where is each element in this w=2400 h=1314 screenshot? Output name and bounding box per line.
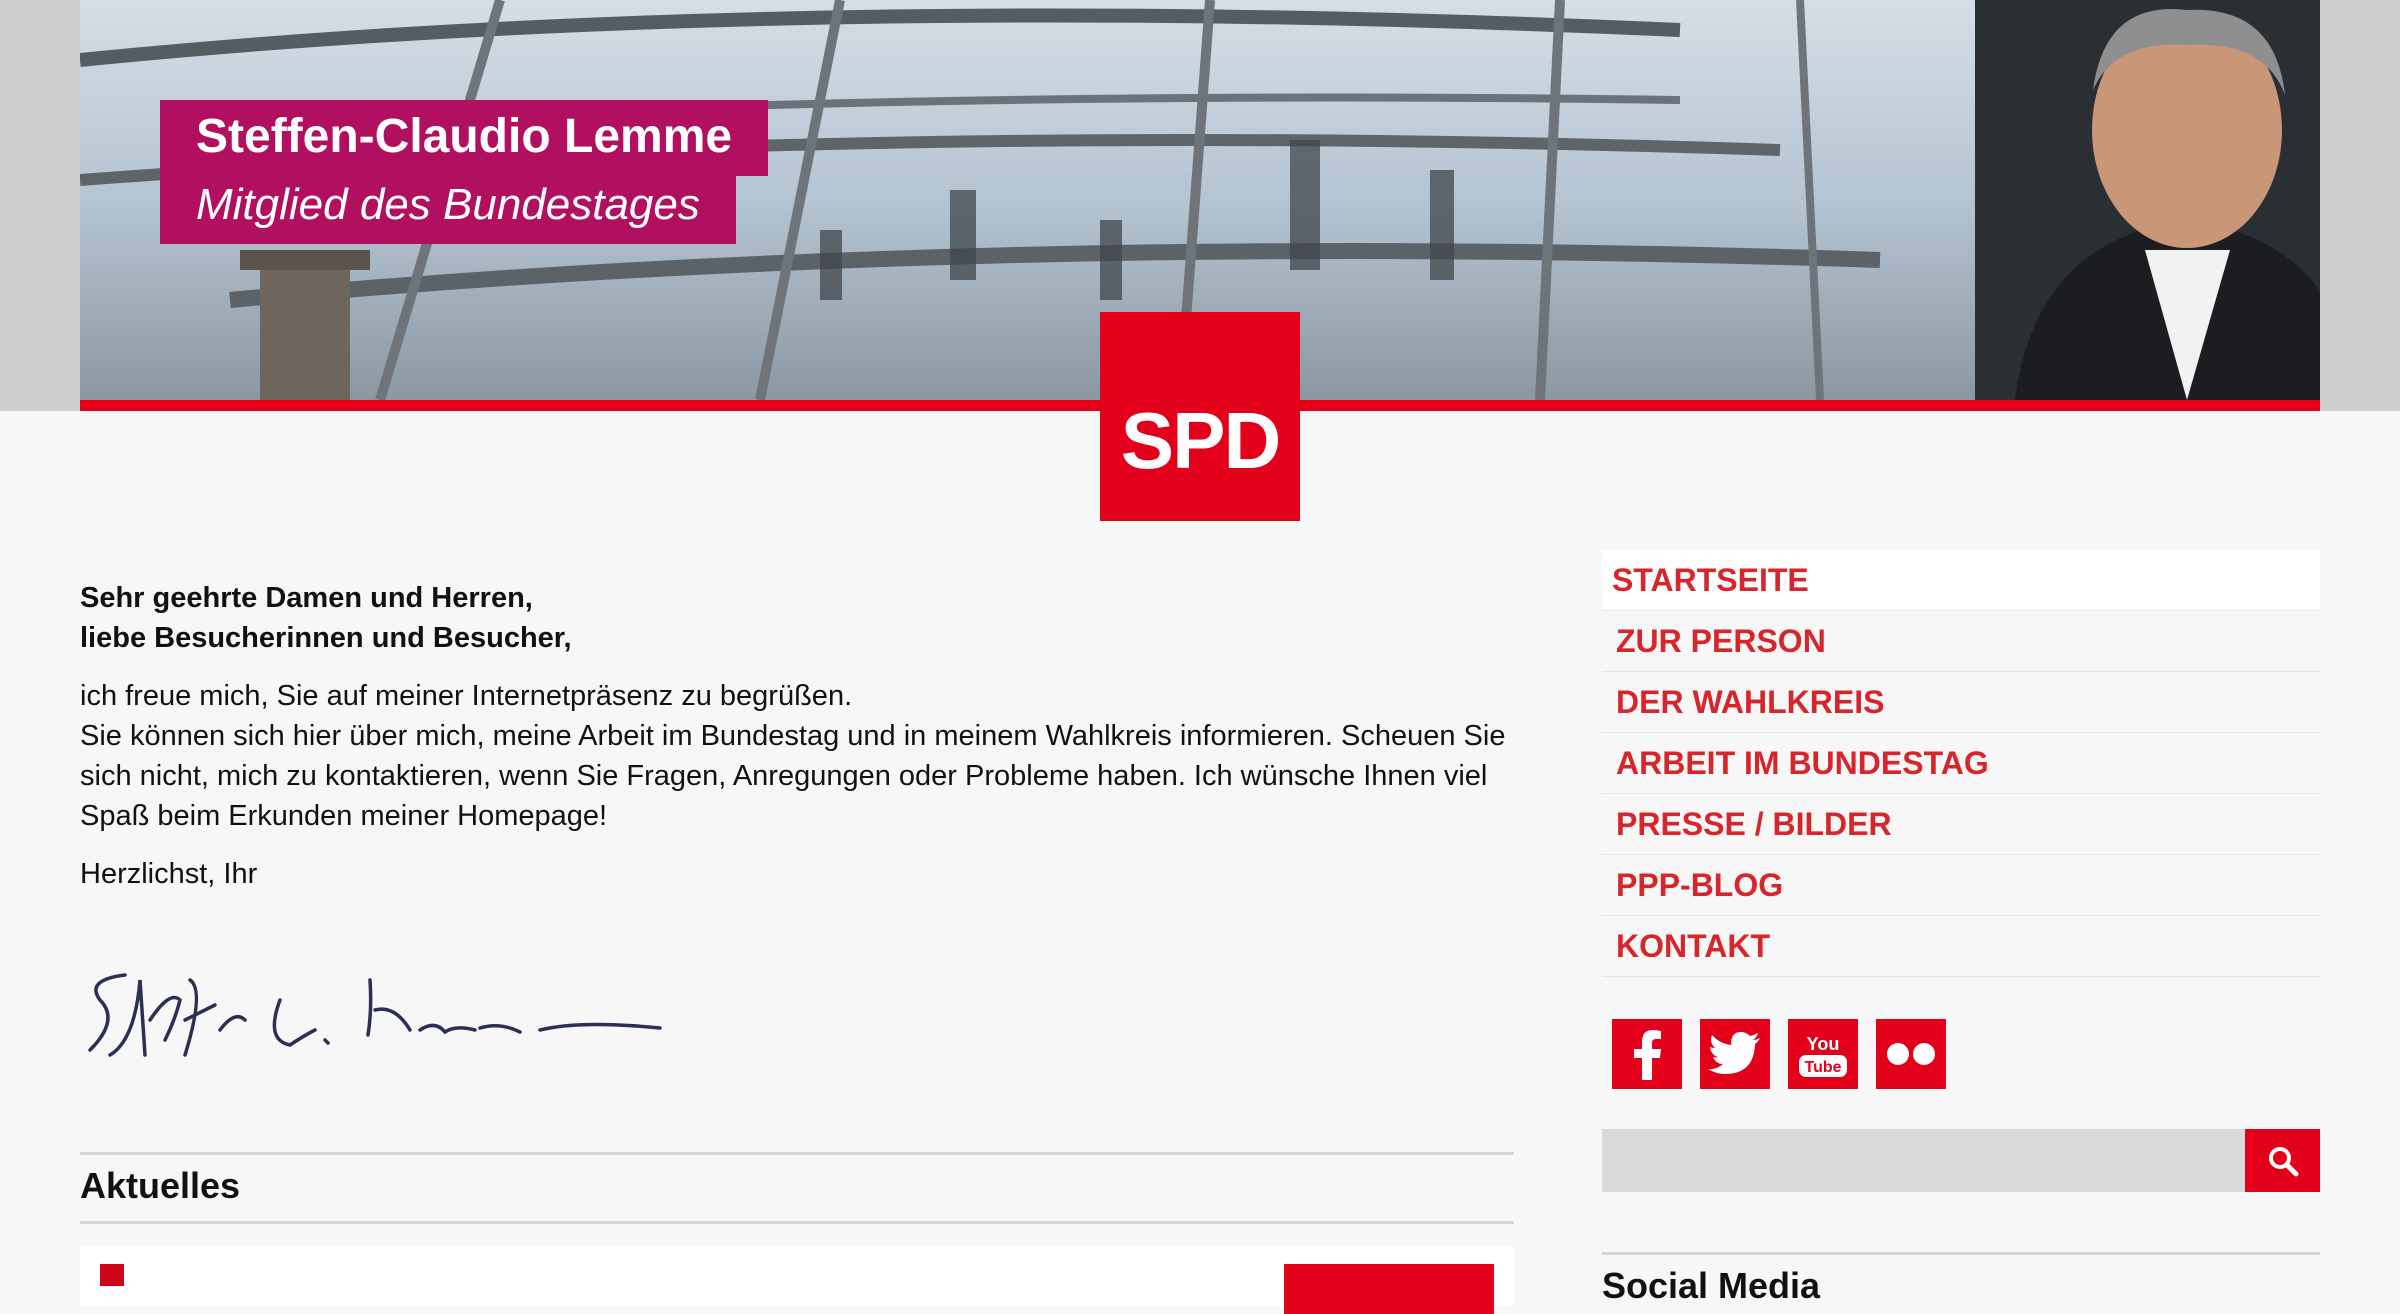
search-button[interactable] [2245,1129,2320,1192]
search-icon [2268,1146,2298,1176]
welcome-body: ich freue mich, Sie auf meiner Internetp… [80,676,1514,836]
youtube-text-tube: Tube [1804,1059,1841,1076]
person-name: Steffen-Claudio Lemme [160,100,769,176]
welcome-text: Sehr geehrte Damen und Herren, liebe Bes… [80,578,1514,894]
social-links: You Tube [1612,1019,1946,1089]
main-navigation: STARTSEITE ZUR PERSON DER WAHLKREIS ARBE… [1602,550,2320,977]
section-divider-bottom [80,1221,1514,1224]
news-more-button[interactable] [1284,1264,1494,1314]
facebook-icon[interactable] [1612,1019,1682,1089]
section-divider-top [80,1152,1514,1155]
sign-off: Herzlichst, Ihr [80,858,258,890]
welcome-body-line-1: ich freue mich, Sie auf meiner Internetp… [80,680,853,712]
social-media-heading: Social Media [1602,1265,1821,1306]
search-form [1602,1129,2320,1192]
greeting-line-1: Sehr geehrte Damen und Herren, [80,582,533,614]
news-bullet-icon [100,1264,124,1286]
spd-logo-text: SPD [1120,395,1281,485]
nav-item-der-wahlkreis[interactable]: DER WAHLKREIS [1602,672,2320,733]
nav-item-kontakt[interactable]: KONTAKT [1602,916,2320,977]
twitter-icon[interactable] [1700,1019,1770,1089]
welcome-body-line-2: Sie können sich hier über mich, meine Ar… [80,720,1506,832]
social-media-divider [1602,1252,2320,1255]
news-heading: Aktuelles [80,1165,241,1206]
portrait-photo [1975,0,2320,400]
person-role: Mitglied des Bundestages [160,176,736,244]
nav-item-ppp-blog[interactable]: PPP-BLOG [1602,855,2320,916]
greeting-line-2: liebe Besucherinnen und Besucher, [80,622,572,654]
news-card[interactable] [80,1246,1514,1314]
search-input[interactable] [1602,1129,2245,1192]
spd-logo[interactable]: SPD [1100,312,1300,521]
greeting: Sehr geehrte Damen und Herren, liebe Bes… [80,578,1514,658]
flickr-icon[interactable] [1876,1019,1946,1089]
signature-image [88,973,662,1057]
nav-item-zur-person[interactable]: ZUR PERSON [1602,611,2320,672]
title-box: Steffen-Claudio Lemme Mitglied des Bunde… [160,100,769,244]
nav-item-startseite[interactable]: STARTSEITE [1602,550,2320,611]
youtube-icon[interactable]: You Tube [1788,1019,1858,1089]
youtube-text-you: You [1807,1034,1840,1054]
nav-item-arbeit-im-bundestag[interactable]: ARBEIT IM BUNDESTAG [1602,733,2320,794]
nav-item-presse-bilder[interactable]: PRESSE / BILDER [1602,794,2320,855]
